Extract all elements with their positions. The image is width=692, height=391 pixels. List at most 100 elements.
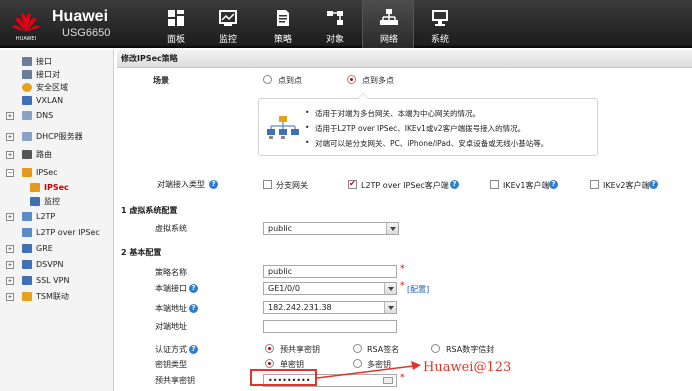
key-single-radio[interactable]: [265, 359, 274, 368]
monitor-sub-icon: [30, 197, 40, 206]
expand-dsvpn-toggle[interactable]: +: [6, 261, 14, 269]
system-icon: [432, 10, 448, 26]
expand-dns-toggle[interactable]: +: [6, 112, 14, 120]
help-icon[interactable]: ?: [450, 180, 459, 189]
nav-object[interactable]: 对象: [309, 0, 361, 48]
chevron-down-icon: [386, 223, 398, 234]
scene-info-box: 适用于对端为多台网关、本端为中心网关的情况。 适用于L2TP over IPSe…: [258, 93, 598, 156]
sidebar-item-label: IPSec: [44, 183, 69, 192]
sidebar-item-label: 接口: [36, 57, 52, 66]
scene-radio-p2mp[interactable]: [347, 75, 356, 84]
nav-system[interactable]: 系统: [414, 0, 466, 48]
nav-label: 面板: [166, 35, 185, 45]
peer-type-branch-checkbox[interactable]: [263, 180, 272, 189]
ipsec-icon: [22, 168, 32, 177]
top-bar: HUAWEI Huawei USG6650 面板 监控 策略 对象 网络 系统: [0, 0, 692, 48]
auth-rsa-sign-radio[interactable]: [353, 344, 362, 353]
help-icon[interactable]: ?: [189, 345, 198, 354]
dsvpn-icon: [22, 260, 32, 269]
vsys-value: public: [268, 224, 293, 233]
sidebar-item-label: L2TP: [36, 212, 56, 221]
monitor-icon: [219, 10, 237, 26]
nav-policy[interactable]: 策略: [257, 0, 309, 48]
section-vsys-title: 1 虚拟系统配置: [121, 205, 177, 216]
security-zone-icon: [22, 83, 32, 92]
sidebar-item-label: GRE: [36, 244, 53, 253]
expand-l2tp-toggle[interactable]: +: [6, 213, 14, 221]
info-line: 适用于对端为多台网关、本端为中心网关的情况。: [305, 108, 480, 119]
peer-type-ikev2-label: IKEv2客户端: [603, 181, 650, 190]
auth-rsa-envelope-radio[interactable]: [431, 344, 440, 353]
nav-network[interactable]: 网络: [362, 0, 414, 48]
policy-name-input[interactable]: public: [263, 265, 397, 278]
sidebar-item-label: DHCP服务器: [36, 132, 83, 141]
peer-type-ikev2-checkbox[interactable]: [590, 180, 599, 189]
local-address-value: 182.242.231.38: [268, 303, 332, 312]
nav-label: 对象: [325, 35, 344, 45]
help-icon[interactable]: ?: [189, 304, 198, 313]
sidebar-item-label: DSVPN: [36, 260, 64, 269]
sidebar-item-label: DNS: [36, 111, 54, 120]
sidebar-item-label: TSM联动: [36, 292, 69, 301]
auth-psk-radio[interactable]: [265, 344, 274, 353]
configure-link[interactable]: [配置]: [407, 284, 429, 295]
nav-dashboard[interactable]: 面板: [150, 0, 202, 48]
peer-type-ikev1-checkbox[interactable]: [490, 180, 499, 189]
scene-radio-p2p[interactable]: [263, 75, 272, 84]
key-type-label: 密钥类型: [155, 360, 187, 369]
expand-tsm-toggle[interactable]: +: [6, 293, 14, 301]
l2tp-icon: [22, 212, 32, 221]
vsys-select[interactable]: public: [263, 222, 399, 235]
expand-sslvpn-toggle[interactable]: +: [6, 277, 14, 285]
nav-label: 监控: [218, 35, 237, 45]
nav-label: 策略: [273, 35, 292, 45]
required-mark: *: [400, 281, 405, 291]
peer-type-l2tp-checkbox[interactable]: [348, 179, 357, 189]
annotation-highlight-box: [250, 369, 317, 386]
section-number: 2: [121, 248, 127, 257]
object-icon: [327, 11, 343, 25]
scene-option-p2mp: 点到多点: [362, 76, 394, 85]
local-interface-label: 本端接口: [155, 284, 187, 293]
help-icon[interactable]: ?: [209, 180, 218, 189]
expand-dhcp-toggle[interactable]: +: [6, 133, 14, 141]
help-icon[interactable]: ?: [649, 180, 658, 189]
local-interface-select[interactable]: GE1/0/0: [263, 282, 397, 295]
tsm-icon: [22, 292, 32, 301]
peer-type-label: 对端接入类型: [157, 180, 205, 189]
help-icon[interactable]: ?: [549, 180, 558, 189]
vxlan-icon: [22, 96, 32, 105]
chevron-down-icon: [384, 283, 396, 294]
dhcp-icon: [22, 132, 32, 141]
network-topology-icon: [267, 116, 299, 139]
sidebar-item-label: VXLAN: [36, 96, 64, 105]
required-mark: *: [400, 264, 405, 274]
section-basic-title: 2 基本配置: [121, 247, 161, 258]
local-interface-value: GE1/0/0: [268, 284, 300, 293]
dashboard-icon: [168, 10, 184, 26]
network-icon: [380, 9, 398, 25]
local-address-label: 本端地址: [155, 304, 187, 313]
peer-type-branch-label: 分支网关: [276, 181, 308, 190]
sidebar-item-label: 路由: [36, 150, 52, 159]
expand-route-toggle[interactable]: +: [6, 151, 14, 159]
nav-monitor[interactable]: 监控: [202, 0, 254, 48]
ipsec-sub-icon: [30, 183, 40, 192]
scene-label: 场景: [153, 76, 169, 85]
expand-gre-toggle[interactable]: +: [6, 245, 14, 253]
brand-name: Huawei: [52, 8, 109, 25]
nav-label: 系统: [430, 35, 449, 45]
main-panel: 修改IPSec策略 场景 点到点 点到多点 适用于对端为多台网关、本端为中心网关…: [117, 50, 692, 391]
collapse-ipsec-toggle[interactable]: −: [6, 169, 14, 177]
peer-address-input[interactable]: [263, 320, 397, 333]
sidebar-item-label: 接口对: [36, 70, 60, 79]
sidebar-item-label: IPSec: [36, 168, 58, 177]
section-title: 虚拟系统配置: [129, 206, 178, 215]
help-icon[interactable]: ?: [189, 284, 198, 293]
sidebar-item-label: SSL VPN: [36, 276, 70, 285]
info-line: 适用于L2TP over IPSec、IKEv1或v2客户端拨号接入的情况。: [305, 123, 525, 134]
local-address-select[interactable]: 182.242.231.38: [263, 301, 397, 314]
route-icon: [22, 150, 32, 159]
sidebar-item-label: L2TP over IPSec: [36, 228, 100, 237]
auth-method-label: 认证方式: [155, 345, 187, 354]
